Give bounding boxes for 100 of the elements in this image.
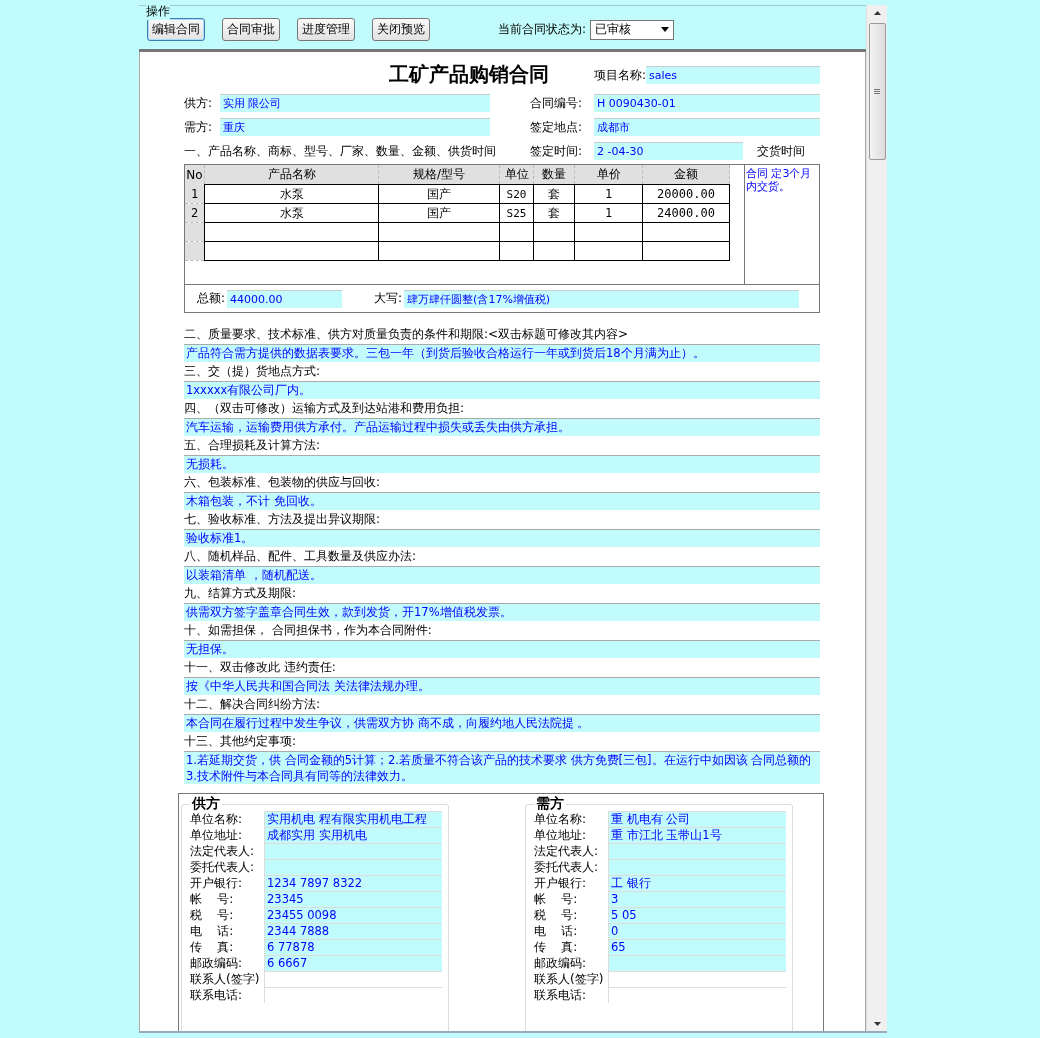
input-field[interactable]: 实用机电 程有限实用机电工程 (264, 811, 442, 827)
input-field[interactable]: 44000.00 (227, 289, 343, 308)
clause-field[interactable]: 汽车运输，运输费用供方承付。产品运输过程中损失或丢失由供方承担。 (184, 418, 820, 436)
field-label: 电 话: (534, 923, 579, 939)
field-label: 交货时间 (757, 142, 805, 160)
row-number: 2 (185, 203, 205, 223)
input-field[interactable]: 重 市江北 玉带山1号 (608, 827, 786, 843)
table-cell: 20000.00 (642, 184, 730, 204)
field-label: 签定地点: (530, 118, 584, 136)
contract-title: 工矿产品购销合同 (388, 61, 550, 88)
input-field[interactable]: 实用 限公司 (220, 94, 490, 112)
input-field[interactable]: 23345 (264, 891, 442, 907)
clause-heading[interactable]: 十、如需担保， 合同担保书，作为本合同附件: (184, 621, 820, 640)
input-field[interactable]: 重 机电有 公司 (608, 811, 786, 827)
input-field[interactable] (608, 843, 786, 859)
table-cell: S25 (499, 203, 534, 223)
field-label: 法定代表人: (190, 843, 256, 859)
input-field[interactable]: 肆万肆仟圆整(含17%增值税) (404, 289, 800, 308)
input-field[interactable] (264, 843, 442, 859)
field-label: 总额: (197, 290, 226, 307)
input-field[interactable]: 6 6667 (264, 955, 442, 971)
scroll-thumb[interactable] (868, 23, 886, 160)
table-cell: 国产 (378, 184, 500, 204)
clause-heading[interactable]: 十二、解决合同纠纷方法: (184, 695, 820, 714)
table-cell: 套 (533, 203, 575, 223)
field-label: 大写: (374, 290, 403, 307)
input-field[interactable]: 1234 7897 8322 (264, 875, 442, 891)
input-field[interactable] (264, 987, 442, 1003)
toolbar-button[interactable]: 合同审批 (222, 18, 280, 41)
input-field[interactable]: 6 77878 (264, 939, 442, 955)
input-field[interactable]: 65 (608, 939, 786, 955)
input-field[interactable]: 工 银行 (608, 875, 786, 891)
clause-field[interactable]: 1.若延期交货，供 合同金额的5计算；2.若质量不符合该产品的技术要求 供方免费[三包]。在运行中如因该 合同总额的 3.技术附件与本合同具有同等的法律效力。 (184, 751, 820, 784)
input-field[interactable] (608, 971, 786, 987)
status-label: 当前合同状态为: (498, 21, 587, 38)
field-label: 委托代表人: (534, 859, 600, 875)
clause-heading[interactable]: 五、合理损耗及计算方法: (184, 436, 820, 455)
delivery-time-text[interactable]: 合同 定3个月内交货。 (745, 165, 819, 284)
toolbar-button[interactable]: 进度管理 (297, 18, 355, 41)
field-label: 联系电话: (534, 987, 588, 1003)
clause-field[interactable]: 验收标准1。 (184, 529, 820, 547)
input-field[interactable]: 23455 0098 (264, 907, 442, 923)
input-field[interactable]: 成都实用 实用机电 (264, 827, 442, 843)
clause-heading[interactable]: 七、验收标准、方法及提出异议期限: (184, 510, 820, 529)
clause-field[interactable]: 产品符合需方提供的数据表要求。三包一年（到货后验收合格运行一年或到货后18个月满为止）。 (184, 344, 820, 362)
input-field[interactable]: 成都市 (594, 118, 820, 136)
grip-icon (874, 89, 880, 94)
table-cell: 套 (533, 184, 575, 204)
column-header: 金额 (642, 165, 730, 185)
clause-field[interactable]: 1xxxxx有限公司厂内。 (184, 381, 820, 399)
clause-heading[interactable]: 十三、其他约定事项: (184, 732, 820, 751)
field-label: 单位地址: (534, 827, 588, 843)
clause-field[interactable]: 供需双方签字盖章合同生效，款到发货，开17%增值税发票。 (184, 603, 820, 621)
clause-field[interactable]: 以装箱清单 ，随机配送。 (184, 566, 820, 584)
field-label: 联系人(签字) (190, 971, 261, 987)
input-field[interactable] (608, 955, 786, 971)
clause-field[interactable]: 无损耗。 (184, 455, 820, 473)
input-field[interactable] (608, 859, 786, 875)
field-label: 项目名称: (594, 66, 647, 84)
input-field[interactable]: 2344 7888 (264, 923, 442, 939)
toolbar-button[interactable]: 关闭预览 (372, 18, 430, 41)
input-field[interactable]: 2 -04-30 (594, 142, 743, 160)
column-header: 数量 (533, 165, 575, 185)
clause-heading[interactable]: 四、（双击可修改）运输方式及到达站港和费用负担: (184, 399, 820, 418)
field-label: 传 真: (190, 939, 235, 955)
scroll-down-icon[interactable] (873, 1022, 881, 1026)
input-field[interactable]: H 0090430-01 (594, 94, 820, 112)
field-label: 帐 号: (190, 891, 235, 907)
input-field[interactable]: 3 (608, 891, 786, 907)
clause-heading[interactable]: 六、包装标准、包装物的供应与回收: (184, 473, 820, 492)
table-cell: 1 (574, 203, 643, 223)
input-field[interactable]: 重庆 (220, 118, 490, 136)
input-field[interactable]: 0 (608, 923, 786, 939)
input-field[interactable] (608, 987, 786, 1003)
clause-heading[interactable]: 九、结算方式及期限: (184, 584, 820, 603)
clause-field[interactable]: 木箱包装，不计 免回收。 (184, 492, 820, 510)
clause-heading[interactable]: 十一、双击修改此 违约责任: (184, 658, 820, 677)
status-dropdown[interactable]: 已审核 (590, 19, 675, 40)
field-label: 帐 号: (534, 891, 579, 907)
toolbar-button[interactable]: 编辑合同 (147, 18, 205, 41)
field-label: 单位地址: (190, 827, 244, 843)
input-field[interactable]: sales (646, 66, 820, 84)
section-heading: 一、产品名称、商标、型号、厂家、数量、金额、供货时间 (184, 142, 496, 160)
scroll-up-icon[interactable] (873, 11, 881, 15)
input-field[interactable] (264, 971, 442, 987)
clause-field[interactable]: 本合同在履行过程中发生争议，供需双方协 商不成，向履约地人民法院提 。 (184, 714, 820, 732)
input-field[interactable] (264, 859, 442, 875)
toolbar-legend: 操作 (146, 3, 170, 20)
input-field[interactable]: 5 05 (608, 907, 786, 923)
field-label: 联系人(签字) (534, 971, 605, 987)
table-cell: S20 (499, 184, 534, 204)
clause-field[interactable]: 按《中华人民共和国合同法 关法律法规办理。 (184, 677, 820, 695)
field-label: 邮政编码: (190, 955, 244, 971)
field-label: 邮政编码: (534, 955, 588, 971)
clause-field[interactable]: 无担保。 (184, 640, 820, 658)
field-label: 税 号: (534, 907, 579, 923)
clause-heading[interactable]: 八、随机样品、配件、工具数量及供应办法: (184, 547, 820, 566)
clause-heading[interactable]: 三、交（提）货地点方式: (184, 362, 820, 381)
clause-heading[interactable]: 二、质量要求、技术标准、供方对质量负责的条件和期限:<双击标题可修改其内容> (184, 325, 820, 344)
table-cell: 1 (574, 184, 643, 204)
